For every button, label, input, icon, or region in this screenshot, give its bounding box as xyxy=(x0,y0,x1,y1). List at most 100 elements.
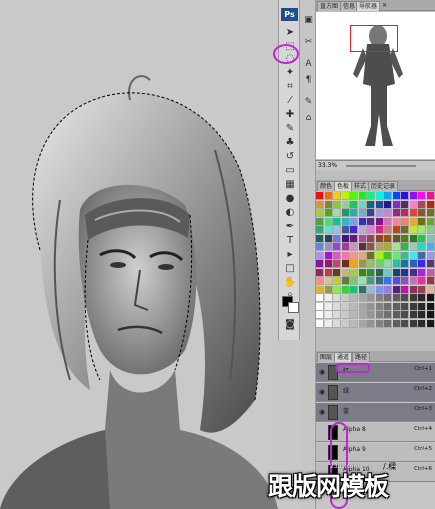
swatch[interactable] xyxy=(375,294,384,302)
swatch[interactable] xyxy=(409,294,418,302)
swatch[interactable] xyxy=(358,319,367,328)
swatch[interactable] xyxy=(426,234,435,243)
swatch[interactable] xyxy=(409,192,418,200)
swatch[interactable] xyxy=(384,217,392,226)
swatch[interactable] xyxy=(350,268,358,277)
swatch[interactable] xyxy=(418,294,426,302)
dock-history-icon[interactable]: ▣ xyxy=(303,14,314,26)
swatch[interactable] xyxy=(426,200,435,209)
swatch[interactable] xyxy=(418,268,426,277)
swatch[interactable] xyxy=(426,260,435,268)
swatch[interactable] xyxy=(426,251,435,260)
document-canvas[interactable] xyxy=(0,0,278,509)
swatch[interactable] xyxy=(367,243,375,251)
swatch[interactable] xyxy=(358,192,367,200)
swatch[interactable] xyxy=(384,260,392,268)
tab-navigator[interactable]: 导航器 xyxy=(356,1,381,11)
swatch[interactable] xyxy=(324,260,333,268)
swatch[interactable] xyxy=(333,277,341,285)
swatch[interactable] xyxy=(392,319,401,328)
swatch[interactable] xyxy=(333,319,341,328)
swatch[interactable] xyxy=(401,251,409,260)
swatch[interactable] xyxy=(358,277,367,285)
swatch[interactable] xyxy=(418,277,426,285)
swatch[interactable] xyxy=(341,294,350,302)
swatch[interactable] xyxy=(375,226,384,234)
navigator-preview[interactable] xyxy=(316,12,435,159)
swatch[interactable] xyxy=(350,251,358,260)
swatch[interactable] xyxy=(375,200,384,209)
visibility-eye-icon[interactable]: ◉ xyxy=(318,407,326,417)
swatch[interactable] xyxy=(426,217,435,226)
swatch[interactable] xyxy=(375,243,384,251)
swatch[interactable] xyxy=(316,200,324,209)
swatch[interactable] xyxy=(401,243,409,251)
swatch[interactable] xyxy=(324,268,333,277)
swatch[interactable] xyxy=(350,285,358,294)
gradient-tool-icon[interactable]: ▦ xyxy=(282,178,298,192)
swatch[interactable] xyxy=(316,277,324,285)
swatch[interactable] xyxy=(392,251,401,260)
swatch[interactable] xyxy=(418,285,426,294)
swatch[interactable] xyxy=(333,260,341,268)
swatch[interactable] xyxy=(392,311,401,319)
swatch[interactable] xyxy=(358,251,367,260)
brush-tool-icon[interactable]: ✎ xyxy=(282,122,298,136)
swatch[interactable] xyxy=(350,234,358,243)
swatch[interactable] xyxy=(316,302,324,311)
swatch[interactable] xyxy=(409,319,418,328)
swatch[interactable] xyxy=(409,217,418,226)
swatch[interactable] xyxy=(316,319,324,328)
swatch-grid[interactable] xyxy=(316,192,435,328)
swatch[interactable] xyxy=(384,268,392,277)
swatch[interactable] xyxy=(418,311,426,319)
swatch[interactable] xyxy=(350,319,358,328)
navigator-zoom-slider[interactable] xyxy=(346,165,416,167)
navigator-view-frame[interactable] xyxy=(350,25,398,52)
crop-tool-icon[interactable]: ⌗ xyxy=(282,80,298,94)
swatch[interactable] xyxy=(392,268,401,277)
swatch[interactable] xyxy=(367,277,375,285)
swatch[interactable] xyxy=(367,268,375,277)
swatch[interactable] xyxy=(358,268,367,277)
swatch[interactable] xyxy=(409,226,418,234)
swatch[interactable] xyxy=(341,209,350,217)
swatch[interactable] xyxy=(324,192,333,200)
tab-styles[interactable]: 样式 xyxy=(351,181,370,191)
swatch[interactable] xyxy=(341,268,350,277)
tab-swatches[interactable]: 色板 xyxy=(334,181,353,191)
swatch[interactable] xyxy=(384,192,392,200)
swatch[interactable] xyxy=(392,192,401,200)
swatch[interactable] xyxy=(426,209,435,217)
swatch[interactable] xyxy=(358,302,367,311)
swatch[interactable] xyxy=(341,302,350,311)
swatch[interactable] xyxy=(333,251,341,260)
swatch[interactable] xyxy=(409,260,418,268)
swatch[interactable] xyxy=(384,294,392,302)
swatch[interactable] xyxy=(333,226,341,234)
swatch[interactable] xyxy=(367,192,375,200)
swatch[interactable] xyxy=(401,192,409,200)
swatch[interactable] xyxy=(375,217,384,226)
swatch[interactable] xyxy=(333,302,341,311)
swatch[interactable] xyxy=(401,294,409,302)
swatch[interactable] xyxy=(316,192,324,200)
swatch[interactable] xyxy=(401,234,409,243)
swatch[interactable] xyxy=(358,217,367,226)
swatch[interactable] xyxy=(316,294,324,302)
dock-clone-icon[interactable]: ⌂ xyxy=(303,112,314,124)
swatch[interactable] xyxy=(324,294,333,302)
swatch[interactable] xyxy=(358,209,367,217)
swatch[interactable] xyxy=(341,260,350,268)
swatch[interactable] xyxy=(316,234,324,243)
swatch[interactable] xyxy=(333,285,341,294)
swatch[interactable] xyxy=(392,302,401,311)
swatch[interactable] xyxy=(375,192,384,200)
swatch[interactable] xyxy=(384,234,392,243)
swatch[interactable] xyxy=(367,217,375,226)
swatch[interactable] xyxy=(341,217,350,226)
swatch[interactable] xyxy=(324,209,333,217)
swatch[interactable] xyxy=(401,209,409,217)
swatch[interactable] xyxy=(401,277,409,285)
swatch[interactable] xyxy=(418,234,426,243)
